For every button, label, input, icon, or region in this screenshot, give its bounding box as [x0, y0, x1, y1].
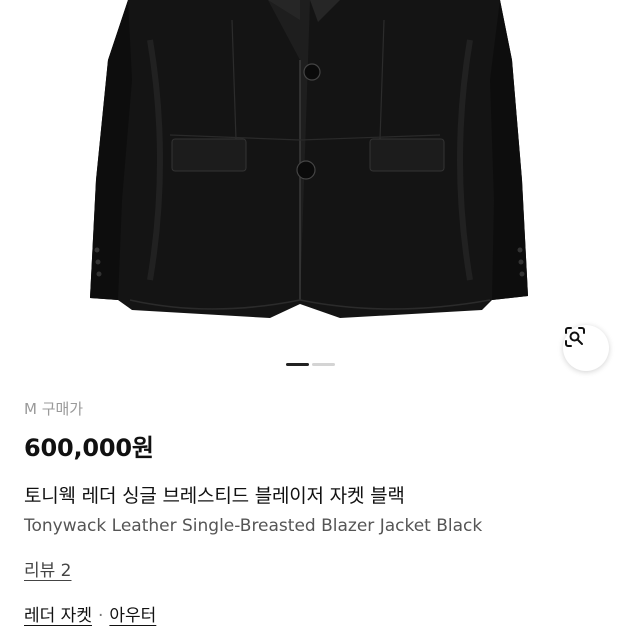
product-title-korean: 토니웩 레더 싱글 브레스티드 블레이저 자켓 블랙 [24, 485, 405, 507]
carousel-dot-active[interactable] [285, 363, 309, 366]
product-title-english: Tonywack Leather Single-Breasted Blazer … [24, 516, 483, 536]
visual-search-icon [565, 327, 585, 347]
category-leather-jacket[interactable]: 레더 자켓 [24, 606, 92, 626]
price-value: 600,000원 [24, 434, 154, 462]
category-outer[interactable]: 아우터 [109, 606, 156, 626]
category-separator: · [97, 606, 104, 626]
price-label: M 구매가 [24, 400, 84, 418]
product-info: M 구매가 600,000원 토니웩 레더 싱글 브레스티드 블레이저 자켓 블… [24, 396, 596, 626]
carousel-dot[interactable] [311, 363, 335, 366]
product-image[interactable] [0, 0, 620, 380]
carousel-indicator [0, 363, 620, 366]
category-breadcrumb: 레더 자켓 · 아우터 [24, 601, 596, 626]
leather-jacket-image [90, 0, 528, 318]
review-link[interactable]: 리뷰 2 [24, 556, 72, 581]
